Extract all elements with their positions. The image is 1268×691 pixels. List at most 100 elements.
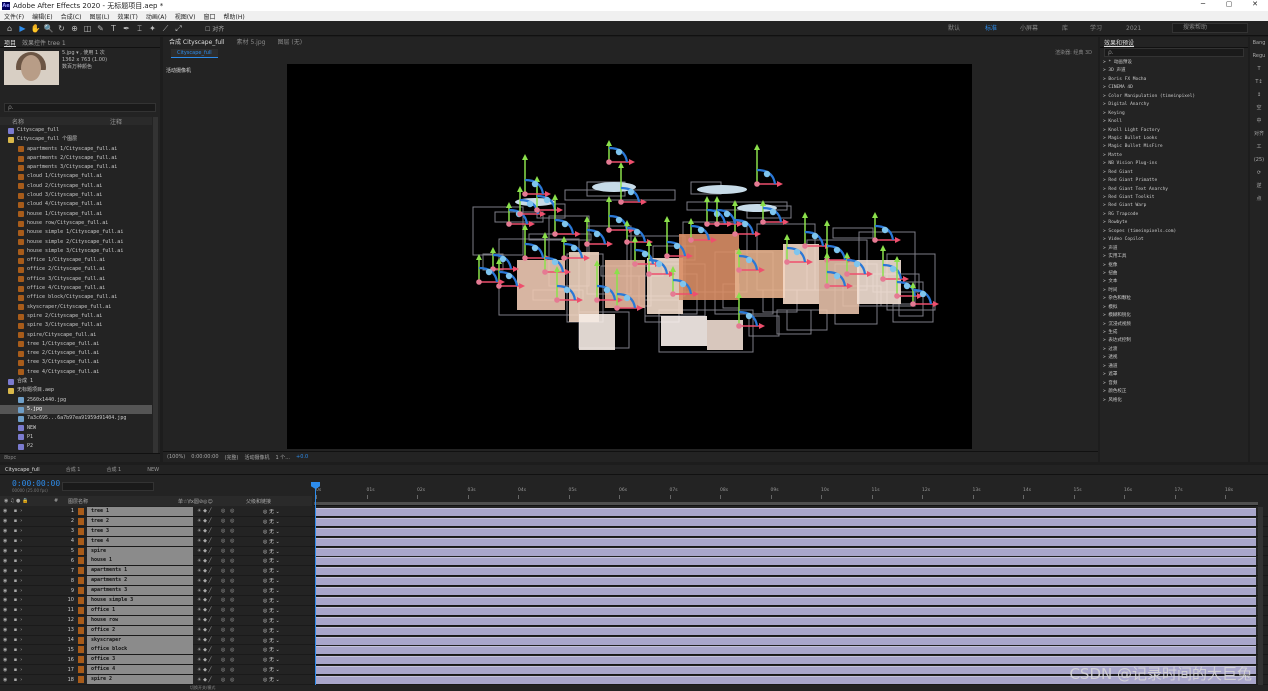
tool-5-icon[interactable]: ⊕ [69, 23, 80, 34]
layer-duration-bar[interactable] [316, 636, 1256, 645]
layer-row[interactable]: ◉ ▪ › 11 office 1 ☀ ◆ ╱ ◎ ◎ ◎ 无 ⌄ [0, 605, 1268, 616]
layer-av-switches[interactable]: ◉ ▪ › [0, 558, 64, 564]
layer-switches[interactable]: ☀ ◆ ╱ ◎ ◎ [193, 677, 261, 683]
tab-effects-presets[interactable]: 效果和预设 [1104, 38, 1140, 47]
tab-footage[interactable]: 素材 5.jpg [237, 37, 266, 46]
comp-breadcrumb[interactable]: Cityscape_full [171, 49, 218, 58]
right-strip-item[interactable]: 空 [1250, 102, 1268, 115]
effect-category[interactable]: > Red Giant Primatte [1103, 177, 1243, 185]
effect-category[interactable]: > 生成 [1103, 329, 1243, 337]
right-strip-item[interactable]: 点 [1250, 193, 1268, 206]
resolution[interactable]: (完整) [225, 454, 239, 461]
tool-3-icon[interactable]: 🔍 [43, 23, 54, 34]
layer-switches[interactable]: ☀ ◆ ╱ ◎ ◎ [193, 607, 261, 613]
effect-category[interactable]: > Magic Bullet MisFire [1103, 143, 1243, 151]
project-item[interactable]: house 1/Cityscape_full.ai [0, 210, 152, 219]
tool-6-icon[interactable]: ◫ [82, 23, 93, 34]
layer-duration-bar[interactable] [316, 517, 1256, 526]
tool-8-icon[interactable]: T [108, 23, 119, 34]
project-item[interactable]: office 1/Cityscape_full.ai [0, 256, 152, 265]
tab-timeline-comp1b[interactable]: 合成 1 [106, 466, 121, 473]
project-item[interactable]: apartments 3/Cityscape_full.ai [0, 163, 152, 172]
effect-category[interactable]: > 抠像 [1103, 262, 1243, 270]
effect-category[interactable]: > Magic Bullet Looks [1103, 135, 1243, 143]
tab-composition[interactable]: 合成 Cityscape_full [169, 37, 225, 46]
layer-av-switches[interactable]: ◉ ▪ › [0, 657, 64, 663]
layer-duration-bar[interactable] [316, 626, 1256, 635]
project-item[interactable]: house simple 1/Cityscape_full.ai [0, 228, 152, 237]
layer-switches[interactable]: ☀ ◆ ╱ ◎ ◎ [193, 558, 261, 564]
parent-select[interactable]: ◎ 无 ⌄ [261, 676, 307, 683]
cityscape-scene[interactable] [287, 64, 972, 449]
effect-category[interactable]: > 过渡 [1103, 346, 1243, 354]
parent-select[interactable]: ◎ 无 ⌄ [261, 538, 307, 545]
layer-row[interactable]: ◉ ▪ › 7 apartments 1 ☀ ◆ ╱ ◎ ◎ ◎ 无 ⌄ [0, 566, 1268, 577]
layer-switches[interactable]: ☀ ◆ ╱ ◎ ◎ [193, 548, 261, 554]
parent-select[interactable]: ◎ 无 ⌄ [261, 617, 307, 624]
effect-category[interactable]: > Red Giant Warp [1103, 202, 1243, 210]
parent-select[interactable]: ◎ 无 ⌄ [261, 508, 307, 515]
layer-av-switches[interactable]: ◉ ▪ › [0, 647, 64, 653]
layer-switches[interactable]: ☀ ◆ ╱ ◎ ◎ [193, 627, 261, 633]
project-item[interactable]: tree 4/Cityscape_full.ai [0, 368, 152, 377]
project-item[interactable]: apartments 1/Cityscape_full.ai [0, 145, 152, 154]
current-time[interactable]: 0:00:00:00 [12, 479, 60, 488]
layer-row[interactable]: ◉ ▪ › 15 office block ☀ ◆ ╱ ◎ ◎ ◎ 无 ⌄ [0, 645, 1268, 656]
menu-edit[interactable]: 编辑(E) [28, 12, 56, 21]
layer-duration-bar[interactable] [316, 597, 1256, 606]
effect-category[interactable]: > Red Giant [1103, 169, 1243, 177]
layer-switches[interactable]: ☀ ◆ ╱ ◎ ◎ [193, 528, 261, 534]
project-item[interactable]: 2560x1440.jpg [0, 396, 152, 405]
layer-switches[interactable]: ☀ ◆ ╱ ◎ ◎ [193, 657, 261, 663]
layer-row[interactable]: ◉ ▪ › 3 tree 3 ☀ ◆ ╱ ◎ ◎ ◎ 无 ⌄ [0, 526, 1268, 537]
tool-13-icon[interactable]: ⤢ [173, 23, 184, 34]
effect-category[interactable]: > Red Giant Toolkit [1103, 194, 1243, 202]
effect-category[interactable]: > 透视 [1103, 354, 1243, 362]
layer-duration-bar[interactable] [316, 606, 1256, 615]
minimize-button[interactable]: ─ [1190, 0, 1216, 8]
layer-av-switches[interactable]: ◉ ▪ › [0, 607, 64, 613]
layer-switches[interactable]: ☀ ◆ ╱ ◎ ◎ [193, 617, 261, 623]
project-item[interactable]: NEW [0, 424, 152, 433]
layer-switches[interactable]: ☀ ◆ ╱ ◎ ◎ [193, 647, 261, 653]
viewer-timecode[interactable]: 0:00:00:00 [191, 454, 218, 460]
layer-name[interactable]: apartments 1 [87, 566, 193, 576]
effect-category[interactable]: > 音频 [1103, 380, 1243, 388]
layer-duration-bar[interactable] [316, 527, 1256, 536]
right-strip-item[interactable]: Bang [1250, 37, 1268, 50]
layer-name[interactable]: tree 3 [87, 526, 193, 536]
project-item[interactable]: spire 2/Cityscape_full.ai [0, 312, 152, 321]
layer-row[interactable]: ◉ ▪ › 12 house row ☀ ◆ ╱ ◎ ◎ ◎ 无 ⌄ [0, 615, 1268, 626]
effect-category[interactable]: > 风格化 [1103, 397, 1243, 405]
project-item[interactable]: 7a3c695...6a7b97ea91959d91404.jpg [0, 414, 152, 423]
project-item[interactable]: 无标题项目.aep [0, 386, 152, 395]
layer-duration-bar[interactable] [316, 508, 1256, 516]
menu-effect[interactable]: 效果(T) [114, 12, 142, 21]
layer-name-header[interactable]: 图层名称 [68, 498, 178, 505]
layer-name[interactable]: skyscraper [87, 635, 193, 645]
effect-category[interactable]: > 遮罩 [1103, 371, 1243, 379]
workspace-small-screen[interactable]: 小屏幕 [1020, 21, 1038, 36]
tab-project[interactable]: 项目 [4, 38, 22, 47]
bit-depth[interactable]: 8bpc [4, 455, 16, 461]
tab-timeline-cityscape[interactable]: Cityscape_full [5, 467, 40, 473]
project-item[interactable]: 合成 1 [0, 377, 152, 386]
layer-av-switches[interactable]: ◉ ▪ › [0, 617, 64, 623]
column-comment[interactable]: 注释 [110, 117, 122, 126]
right-strip-item[interactable]: ↕ [1250, 89, 1268, 102]
effect-category[interactable]: > CINEMA 4D [1103, 84, 1243, 92]
menu-view[interactable]: 视图(V) [171, 12, 200, 21]
right-strip-item[interactable]: T [1250, 63, 1268, 76]
layer-name[interactable]: house 1 [87, 556, 193, 566]
effects-search-input[interactable]: ρ. [1104, 48, 1244, 57]
effect-category[interactable]: > 通道 [1103, 363, 1243, 371]
layer-name[interactable]: spire 2 [87, 675, 193, 685]
project-item[interactable]: cloud 2/Cityscape_full.ai [0, 182, 152, 191]
timeline-scrollbar[interactable] [1258, 507, 1263, 685]
layer-row[interactable]: ◉ ▪ › 13 office 2 ☀ ◆ ╱ ◎ ◎ ◎ 无 ⌄ [0, 625, 1268, 636]
layer-switches[interactable]: ☀ ◆ ╱ ◎ ◎ [193, 578, 261, 584]
effect-category[interactable]: > 沉浸式视频 [1103, 321, 1243, 329]
effect-category[interactable]: > Color Manipulation (timeinpixel) [1103, 93, 1243, 101]
layer-duration-bar[interactable] [316, 547, 1256, 556]
layer-switches[interactable]: ☀ ◆ ╱ ◎ ◎ [193, 508, 261, 514]
